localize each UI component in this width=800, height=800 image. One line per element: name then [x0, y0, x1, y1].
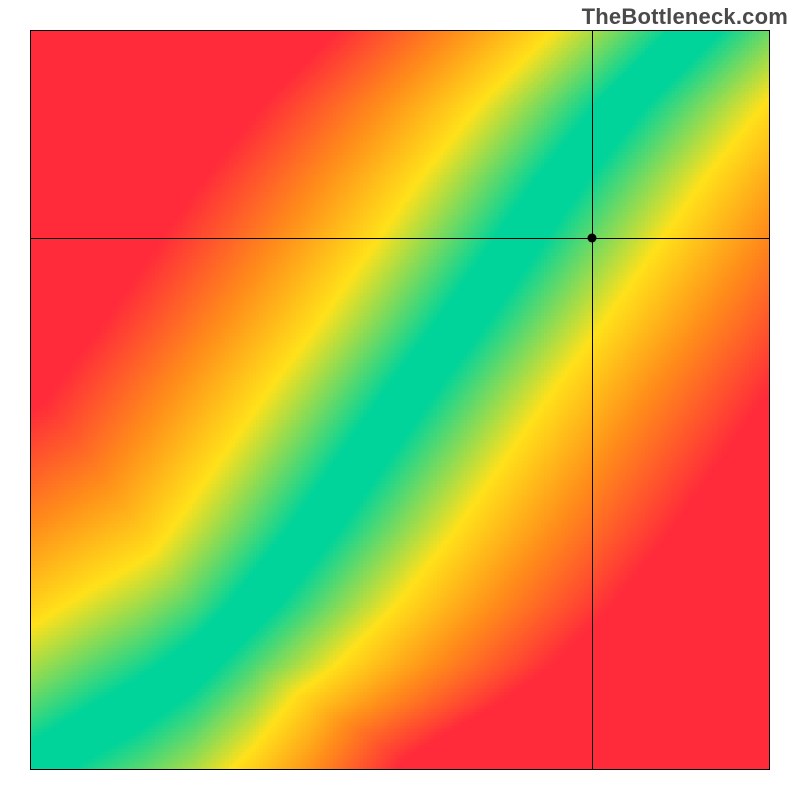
plot-area: [30, 30, 770, 770]
heatmap-canvas: [31, 31, 769, 769]
marker-dot: [587, 233, 596, 242]
crosshair-vertical: [592, 31, 593, 769]
crosshair-horizontal: [31, 238, 769, 239]
watermark-text: TheBottleneck.com: [582, 4, 788, 30]
chart-container: TheBottleneck.com: [0, 0, 800, 800]
